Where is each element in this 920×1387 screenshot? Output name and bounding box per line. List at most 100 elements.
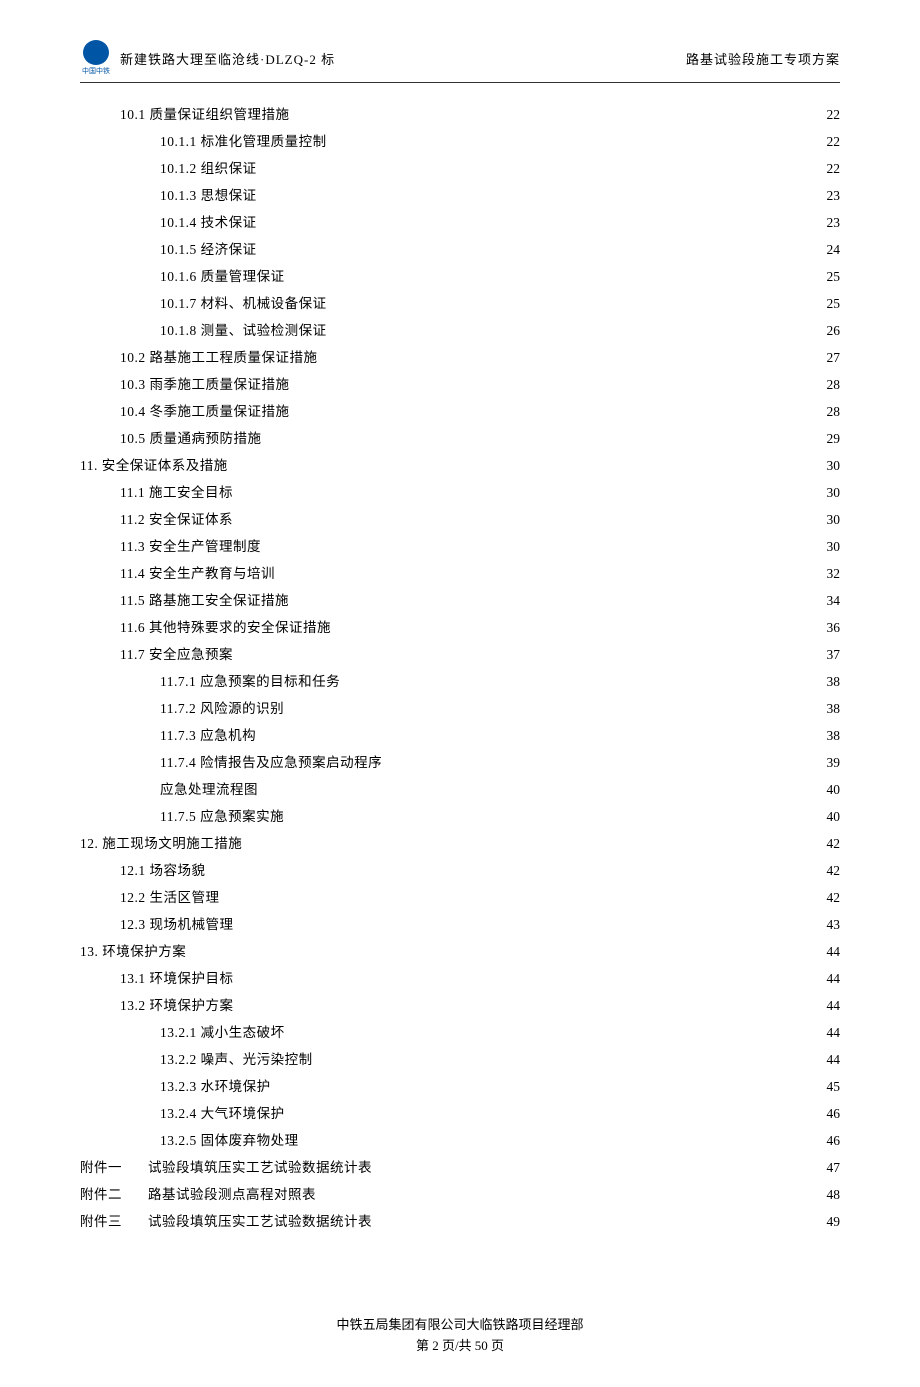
toc-page-number: 37 (827, 641, 841, 668)
toc-leader-dots (259, 241, 825, 255)
toc-entry: 10.1.5 经济保证 24 (80, 236, 840, 263)
footer-company: 中铁五局集团有限公司大临铁路项目经理部 (80, 1315, 840, 1336)
toc-page-number: 48 (827, 1181, 841, 1208)
doc-section-title: 路基试验段施工专项方案 (686, 49, 840, 68)
toc-leader-dots (235, 511, 825, 525)
toc-leader-dots (244, 835, 824, 849)
toc-entry: 11.3 安全生产管理制度 30 (80, 533, 840, 560)
company-logo: 中国中铁 (80, 40, 112, 76)
toc-leader-dots (259, 214, 825, 228)
toc-page-number: 43 (827, 911, 841, 938)
toc-entry: 10.1.6 质量管理保证 25 (80, 263, 840, 290)
toc-label: 10.4 冬季施工质量保证措施 (120, 398, 290, 425)
toc-leader-dots (235, 484, 825, 498)
toc-page-number: 47 (827, 1154, 841, 1181)
toc-page-number: 23 (827, 209, 841, 236)
toc-page-number: 26 (827, 317, 841, 344)
toc-entry: 10.3 雨季施工质量保证措施 28 (80, 371, 840, 398)
toc-entry: 12.1 场容场貌 42 (80, 857, 840, 884)
toc-entry: 附件二路基试验段测点高程对照表 48 (80, 1181, 840, 1208)
toc-page-number: 23 (827, 182, 841, 209)
toc-label: 10.1.5 经济保证 (160, 236, 257, 263)
toc-entry: 13.2.2 噪声、光污染控制 44 (80, 1046, 840, 1073)
toc-entry: 13.2.1 减小生态破坏 44 (80, 1019, 840, 1046)
toc-label: 10.1.1 标准化管理质量控制 (160, 128, 327, 155)
toc-label: 13.2.3 水环境保护 (160, 1073, 271, 1100)
toc-leader-dots (258, 727, 824, 741)
toc-entry: 12.3 现场机械管理 43 (80, 911, 840, 938)
toc-page-number: 30 (827, 479, 841, 506)
header-left: 中国中铁 新建铁路大理至临沧线·DLZQ-2 标 (80, 40, 335, 76)
toc-page-number: 29 (827, 425, 841, 452)
toc-leader-dots (374, 1159, 825, 1173)
toc-label: 11. 安全保证体系及措施 (80, 452, 228, 479)
toc-label: 12. 施工现场文明施工措施 (80, 830, 242, 857)
toc-label: 11.7.1 应急预案的目标和任务 (160, 668, 340, 695)
toc-label: 12.2 生活区管理 (120, 884, 220, 911)
toc-leader-dots (286, 808, 824, 822)
toc-label: 11.7.4 险情报告及应急预案启动程序 (160, 749, 382, 776)
toc-label: 11.2 安全保证体系 (120, 506, 233, 533)
toc-entry: 10.1 质量保证组织管理措施 22 (80, 101, 840, 128)
toc-leader-dots (259, 160, 825, 174)
toc-entry: 12. 施工现场文明施工措施 42 (80, 830, 840, 857)
toc-label: 13. 环境保护方案 (80, 938, 186, 965)
toc-label: 13.2.1 减小生态破坏 (160, 1019, 285, 1046)
toc-page-number: 25 (827, 290, 841, 317)
toc-label: 12.1 场容场貌 (120, 857, 206, 884)
toc-label: 11.3 安全生产管理制度 (120, 533, 261, 560)
toc-label: 11.7.3 应急机构 (160, 722, 256, 749)
toc-leader-dots (235, 646, 825, 660)
toc-leader-dots (315, 1051, 825, 1065)
toc-entry: 11.4 安全生产教育与培训 32 (80, 560, 840, 587)
toc-page-number: 36 (827, 614, 841, 641)
toc-page-number: 34 (827, 587, 841, 614)
toc-page-number: 27 (827, 344, 841, 371)
toc-label: 13.1 环境保护目标 (120, 965, 234, 992)
toc-leader-dots (329, 133, 825, 147)
toc-page-number: 44 (827, 965, 841, 992)
toc-entry: 13. 环境保护方案 44 (80, 938, 840, 965)
footer-page-number: 第 2 页/共 50 页 (80, 1336, 840, 1357)
toc-entry: 11.6 其他特殊要求的安全保证措施 36 (80, 614, 840, 641)
toc-page-number: 39 (827, 749, 841, 776)
toc-entry: 10.1.4 技术保证 23 (80, 209, 840, 236)
toc-leader-dots (374, 1213, 825, 1227)
toc-label: 13.2.5 固体废弃物处理 (160, 1127, 299, 1154)
toc-label: 10.1.2 组织保证 (160, 155, 257, 182)
toc-entry: 11.7.5 应急预案实施 40 (80, 803, 840, 830)
toc-label: 11.6 其他特殊要求的安全保证措施 (120, 614, 331, 641)
toc-page-number: 38 (827, 668, 841, 695)
toc-page-number: 30 (827, 533, 841, 560)
toc-leader-dots (188, 943, 824, 957)
toc-entry: 11.7.3 应急机构 38 (80, 722, 840, 749)
toc-entry: 10.5 质量通病预防措施 29 (80, 425, 840, 452)
toc-leader-dots (273, 1078, 825, 1092)
toc-page-number: 38 (827, 695, 841, 722)
toc-entry: 10.1.3 思想保证 23 (80, 182, 840, 209)
toc-entry: 13.2 环境保护方案 44 (80, 992, 840, 1019)
toc-page-number: 40 (827, 803, 841, 830)
toc-leader-dots (292, 403, 825, 417)
toc-page-number: 44 (827, 938, 841, 965)
toc-entry: 10.2 路基施工工程质量保证措施 27 (80, 344, 840, 371)
toc-leader-dots (292, 106, 825, 120)
toc-label: 10.1 质量保证组织管理措施 (120, 101, 290, 128)
toc-entry: 13.2.3 水环境保护 45 (80, 1073, 840, 1100)
toc-entry: 11.2 安全保证体系 30 (80, 506, 840, 533)
toc-prefix: 附件三 (80, 1208, 148, 1235)
toc-page-number: 42 (827, 857, 841, 884)
toc-leader-dots (236, 997, 825, 1011)
toc-label: 12.3 现场机械管理 (120, 911, 234, 938)
toc-page-number: 25 (827, 263, 841, 290)
toc-label: 10.5 质量通病预防措施 (120, 425, 262, 452)
toc-entry: 13.2.5 固体废弃物处理 46 (80, 1127, 840, 1154)
toc-leader-dots (301, 1132, 825, 1146)
toc-label: 11.5 路基施工安全保证措施 (120, 587, 289, 614)
toc-page-number: 30 (827, 506, 841, 533)
toc-label: 10.2 路基施工工程质量保证措施 (120, 344, 318, 371)
doc-subtitle: 新建铁路大理至临沧线·DLZQ-2 标 (120, 49, 335, 68)
toc-label: 应急处理流程图 (160, 776, 258, 803)
toc-page-number: 40 (827, 776, 841, 803)
page-footer: 中铁五局集团有限公司大临铁路项目经理部 第 2 页/共 50 页 (80, 1315, 840, 1357)
